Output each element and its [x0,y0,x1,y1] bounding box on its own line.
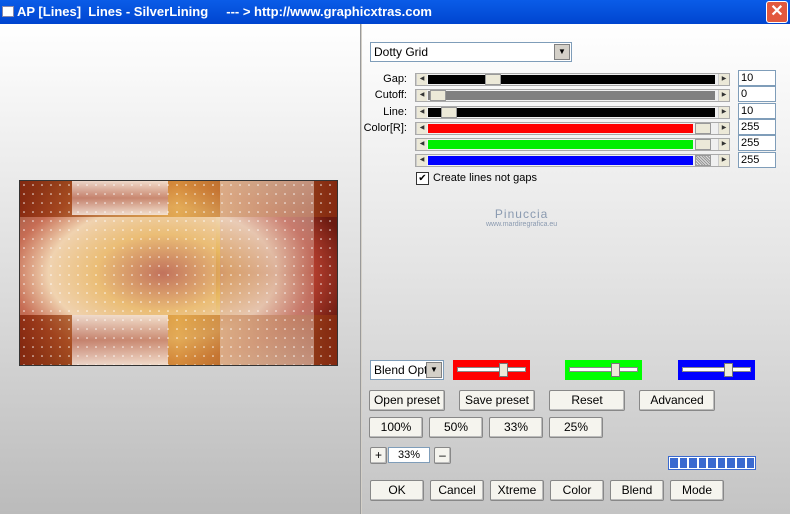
slider-right-arrow-icon[interactable]: ▶ [718,107,729,118]
slider-left-arrow-icon[interactable]: ◀ [416,74,427,85]
preview-panel [0,24,361,514]
red-mini-knob[interactable] [499,363,508,377]
progress-cell [736,458,745,468]
blue-mini-slider[interactable] [678,360,755,380]
blue-mini-knob[interactable] [724,363,733,377]
watermark: Pinuccia www.mardiregrafica.eu [486,207,557,228]
slider-left-arrow-icon[interactable]: ◀ [416,123,427,134]
zoom-50-button[interactable]: 50% [429,417,483,438]
mode-button[interactable]: Mode [670,480,724,501]
line-label: Line: [383,106,407,118]
color-r-label: Color[R]: [363,122,407,134]
progress-bar [668,456,756,470]
preset-select[interactable]: Dotty Grid ▼ [370,42,572,62]
blend-options-value: Blend Optio [374,363,428,377]
slider-right-arrow-icon[interactable]: ▶ [718,74,729,85]
controls-panel: Dotty Grid ▼ Gap: ◀ ▶ 10 Cutoff: ◀ ▶ 0 L… [362,24,790,514]
chevron-down-icon[interactable]: ▼ [426,362,442,378]
green-mini-knob[interactable] [611,363,620,377]
slider-right-arrow-icon[interactable]: ▶ [718,123,729,134]
red-slider[interactable]: ◀ ▶ [415,122,730,135]
red-thumb[interactable] [695,123,711,134]
line-thumb[interactable] [441,107,457,118]
zoom-out-button[interactable]: – [434,447,451,464]
zoom-field[interactable]: 33% [388,447,430,463]
slider-left-arrow-icon[interactable]: ◀ [416,90,427,101]
blend-button[interactable]: Blend [610,480,664,501]
progress-cell [717,458,726,468]
green-track [428,140,693,149]
watermark-name: Pinuccia [494,207,549,221]
blue-thumb[interactable] [695,155,711,166]
gap-thumb[interactable] [485,74,501,85]
cutoff-slider[interactable]: ◀ ▶ [415,89,730,102]
cutoff-label: Cutoff: [374,89,407,101]
zoom-25-button[interactable]: 25% [549,417,603,438]
watermark-url: www.mardiregrafica.eu [486,221,558,228]
cutoff-value[interactable]: 0 [738,86,776,102]
cutoff-track [428,91,715,100]
title-bar: AP [Lines] Lines - SilverLining --- > ht… [0,0,790,24]
blue-track [428,156,693,165]
xtreme-button[interactable]: Xtreme [490,480,544,501]
blue-mini-bar [682,367,751,372]
green-mini-bar [569,367,638,372]
blue-slider[interactable]: ◀ ▶ [415,154,730,167]
progress-cell [670,458,678,468]
window-title: AP [Lines] Lines - SilverLining --- > ht… [17,4,432,19]
advanced-button[interactable]: Advanced [639,390,715,411]
zoom-100-button[interactable]: 100% [369,417,423,438]
progress-cell [689,458,697,468]
red-value[interactable]: 255 [738,119,776,135]
slider-right-arrow-icon[interactable]: ▶ [718,139,729,150]
cutoff-thumb[interactable] [430,90,446,101]
save-preset-button[interactable]: Save preset [459,390,535,411]
green-slider[interactable]: ◀ ▶ [415,138,730,151]
gap-value[interactable]: 10 [738,70,776,86]
create-lines-label: Create lines not gaps [433,172,537,184]
zoom-in-button[interactable]: + [370,447,387,464]
cancel-button[interactable]: Cancel [430,480,484,501]
gap-track [428,75,715,84]
close-button[interactable]: ✕ [766,1,788,23]
chevron-down-icon[interactable]: ▼ [554,44,570,60]
line-slider[interactable]: ◀ ▶ [415,106,730,119]
gap-slider[interactable]: ◀ ▶ [415,73,730,86]
slider-right-arrow-icon[interactable]: ▶ [718,155,729,166]
progress-cell [708,458,716,468]
red-mini-slider[interactable] [453,360,530,380]
color-button[interactable]: Color [550,480,604,501]
progress-cell [698,458,707,468]
open-preset-button[interactable]: Open preset [369,390,445,411]
green-value[interactable]: 255 [738,135,776,151]
gap-label: Gap: [383,73,407,85]
slider-left-arrow-icon[interactable]: ◀ [416,155,427,166]
preset-select-value: Dotty Grid [374,45,429,59]
red-mini-bar [457,367,526,372]
slider-left-arrow-icon[interactable]: ◀ [416,107,427,118]
reset-button[interactable]: Reset [549,390,625,411]
progress-cell [746,458,755,468]
zoom-33-button[interactable]: 33% [489,417,543,438]
preview-image [19,180,338,366]
green-thumb[interactable] [695,139,711,150]
progress-cell [679,458,688,468]
close-icon: ✕ [770,3,784,20]
red-track [428,124,693,133]
ok-button[interactable]: OK [370,480,424,501]
blue-value[interactable]: 255 [738,152,776,168]
slider-right-arrow-icon[interactable]: ▶ [718,90,729,101]
green-mini-slider[interactable] [565,360,642,380]
progress-cell [727,458,735,468]
create-lines-checkbox[interactable]: ✔ [416,172,429,185]
line-value[interactable]: 10 [738,103,776,119]
blend-options-select[interactable]: Blend Optio ▼ [370,360,444,380]
slider-left-arrow-icon[interactable]: ◀ [416,139,427,150]
line-track [428,108,715,117]
window-icon [2,6,14,17]
